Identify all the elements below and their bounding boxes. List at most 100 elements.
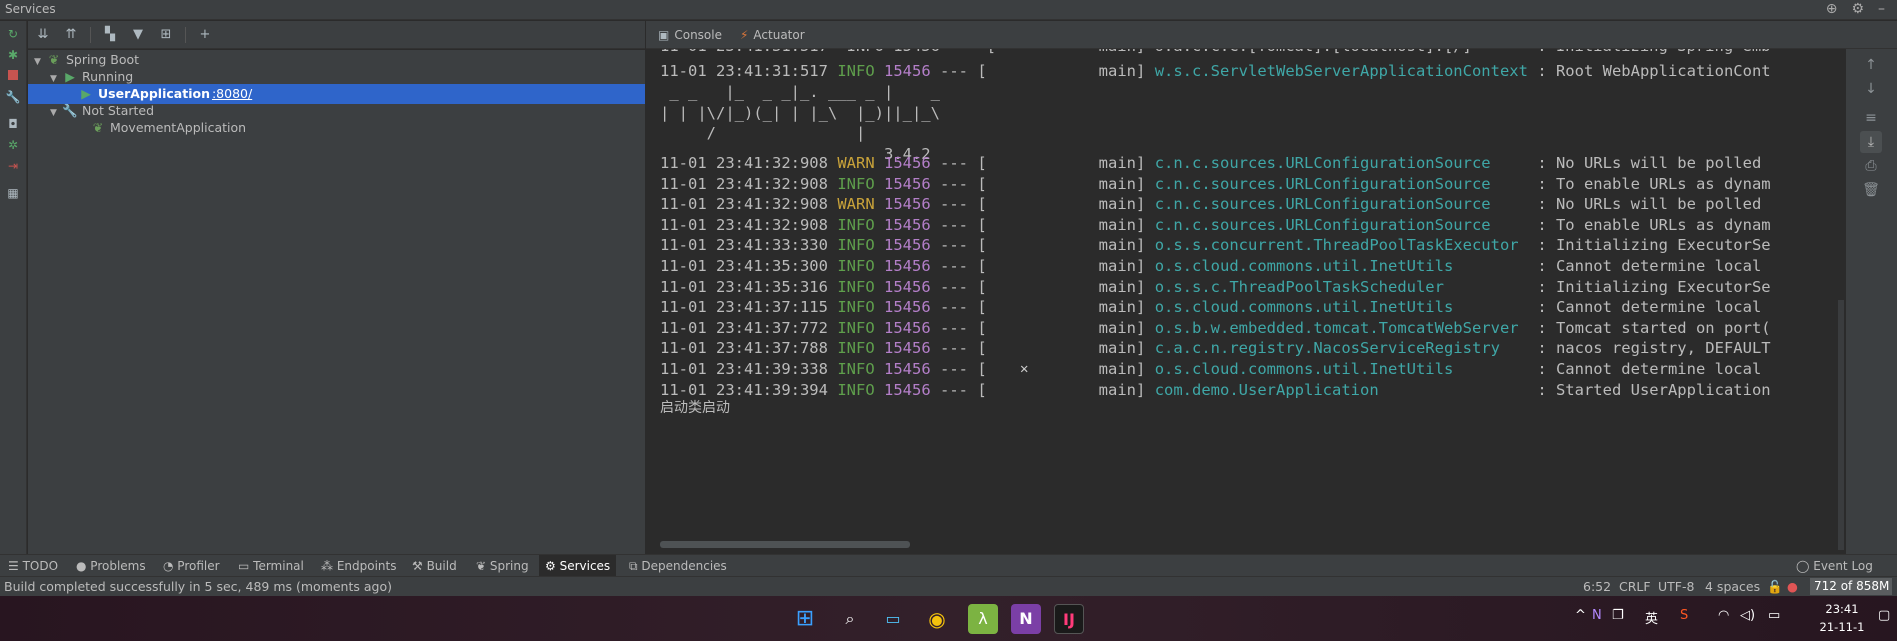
app-icon[interactable]: λ — [968, 604, 998, 634]
log-thread: main] — [996, 62, 1146, 80]
ime-indicator[interactable]: 英 — [1645, 608, 1658, 627]
minimize-icon[interactable]: – — [1878, 1, 1885, 17]
copy-icon[interactable]: ❐ — [1612, 608, 1624, 623]
tab-label: Actuator — [753, 27, 805, 42]
log-level: INFO — [837, 360, 875, 378]
log-pid: 15456 — [884, 380, 931, 399]
log-message: : To enable URLs as dynam — [1537, 215, 1771, 234]
console-output-text: 启动类启动 — [660, 400, 730, 416]
tree-node-movement-application[interactable]: ❦ MovementApplication — [28, 118, 645, 138]
log-logger: com.demo.UserApplication — [1154, 380, 1528, 399]
horizontal-scrollbar[interactable] — [660, 541, 910, 548]
caret-position[interactable]: 6:52 — [1583, 579, 1611, 594]
log-line: 11-01 23:41:35:300 INFO 15456 --- [ main… — [660, 256, 1761, 277]
trash-icon[interactable]: 🗑 — [1860, 179, 1882, 201]
log-timestamp: 11-01 23:41:32:908 — [660, 174, 828, 193]
tab-profiler[interactable]: ◔ Profiler — [163, 555, 220, 577]
gear-icon[interactable]: ⚙ — [1851, 1, 1864, 17]
actuator-icon: ⚡ — [739, 27, 749, 42]
os-taskbar: ⊞ ⌕ ▭ ◉ λ N IJ ^ N ❐ 英 S ◠ ◁) ▭ 23:41 21… — [0, 596, 1897, 641]
onenote-icon[interactable]: N — [1011, 604, 1041, 634]
log-message: : No URLs will be polled — [1537, 195, 1762, 214]
search-icon[interactable]: ⌕ — [835, 604, 865, 634]
log-separator: --- [ — [940, 257, 987, 275]
battery-icon[interactable]: ▭ — [1768, 608, 1780, 623]
print-icon[interactable]: ⎙ — [1860, 155, 1882, 177]
sogou-icon[interactable]: S — [1680, 608, 1688, 623]
rerun-icon[interactable]: ↻ — [5, 26, 21, 42]
stop-icon[interactable] — [5, 68, 21, 84]
tab-problems[interactable]: ● Problems — [76, 555, 146, 577]
status-message[interactable]: Build completed successfully in 5 sec, 4… — [4, 579, 392, 594]
log-separator: --- [ — [940, 339, 987, 358]
tab-console[interactable]: ▣ Console — [658, 28, 722, 42]
clock-date: 21-11-1 — [1819, 620, 1865, 634]
log-separator: --- [ — [940, 360, 987, 378]
log-line: 11-01 23:41:37:772 INFO 15456 --- [ main… — [660, 318, 1771, 339]
log-level: INFO — [837, 277, 875, 296]
log-thread: main] — [996, 360, 1146, 378]
log-logger: c.a.c.n.registry.NacosServiceRegistry — [1154, 339, 1528, 358]
debug-icon[interactable]: ✱ — [5, 47, 21, 63]
windows-start-icon[interactable]: ⊞ — [790, 604, 820, 634]
layout-icon[interactable]: ▦ — [5, 185, 21, 201]
log-line: 11-01 23:41:33:330 INFO 15456 --- [ main… — [660, 235, 1771, 256]
system-clock[interactable]: 23:41 21-11-1 — [1812, 600, 1872, 636]
volume-icon[interactable]: ◁) — [1740, 608, 1755, 623]
log-logger: c.n.c.sources.URLConfigurationSource — [1154, 215, 1528, 234]
error-icon[interactable]: ● — [1787, 579, 1798, 594]
log-level: INFO — [837, 318, 875, 337]
tab-spring[interactable]: ❦ Spring — [476, 555, 529, 577]
expand-all-icon[interactable]: ⇊ — [34, 26, 52, 44]
log-timestamp: 11-01 23:41:35:300 — [660, 257, 828, 275]
add-service-icon[interactable]: + — [196, 26, 214, 44]
tab-actuator[interactable]: ⚡ Actuator — [740, 28, 805, 42]
globe-icon[interactable]: ⊕ — [1826, 1, 1838, 17]
lock-icon[interactable]: 🔓 — [1767, 579, 1783, 595]
line-separator[interactable]: CRLF — [1619, 579, 1651, 594]
intellij-icon[interactable]: IJ — [1054, 604, 1084, 634]
group-by-icon[interactable]: ▚ — [101, 26, 119, 44]
desktop-icon[interactable]: ▭ — [878, 604, 908, 634]
camera-icon[interactable]: ◘ — [5, 116, 21, 132]
bug-icon[interactable]: ✲ — [5, 137, 21, 153]
tab-todo[interactable]: ☰ TODO — [8, 555, 58, 577]
scroll-to-end-icon[interactable]: ⤓ — [1860, 131, 1882, 153]
memory-indicator[interactable]: 712 of 858M — [1810, 578, 1892, 595]
event-log-button[interactable]: ◯ Event Log — [1796, 555, 1873, 577]
tab-label: Build — [426, 559, 457, 573]
log-separator: --- [ — [940, 318, 987, 337]
exit-icon[interactable]: ⇥ — [5, 158, 21, 174]
clock-time: 23:41 — [1825, 602, 1859, 616]
arrow-down-icon[interactable]: ↓ — [1860, 78, 1882, 100]
soft-wrap-icon[interactable]: ≡ — [1860, 107, 1882, 129]
arrow-up-icon[interactable]: ↑ — [1860, 54, 1882, 76]
log-pid: 15456 — [884, 154, 931, 172]
tab-endpoints[interactable]: ⁂ Endpoints — [321, 555, 397, 577]
log-level: INFO — [837, 257, 875, 275]
chrome-icon[interactable]: ◉ — [922, 604, 952, 634]
wifi-icon[interactable]: ◠ — [1718, 608, 1729, 623]
collapse-all-icon[interactable]: ⇈ — [62, 26, 80, 44]
log-logger: w.s.c.ServletWebServerApplicationContext — [1154, 62, 1528, 80]
tab-dependencies[interactable]: ⧉ Dependencies — [629, 555, 727, 577]
port-link[interactable]: :8080/ — [212, 86, 252, 101]
indent-setting[interactable]: 4 spaces — [1705, 579, 1760, 594]
console-output[interactable]: 11-01 23:41:31:517 INFO 15456 --- [ main… — [646, 49, 1846, 539]
log-thread: main] — [996, 195, 1146, 214]
chevron-up-icon[interactable]: ^ — [1575, 608, 1586, 623]
onenote-tray-icon[interactable]: N — [1592, 608, 1602, 623]
file-encoding[interactable]: UTF-8 — [1658, 579, 1694, 594]
filter-icon[interactable]: ▼ — [129, 26, 147, 44]
log-pid: 15456 — [884, 174, 931, 193]
wrench-icon[interactable]: 🔧 — [5, 89, 21, 105]
tab-build[interactable]: ⚒ Build — [412, 555, 457, 577]
log-logger: o.s.cloud.commons.util.InetUtils — [1154, 360, 1528, 378]
notification-icon[interactable]: ▢ — [1878, 608, 1890, 623]
tab-services[interactable]: ⚙ Services — [539, 555, 617, 577]
vertical-scrollbar[interactable] — [1838, 300, 1844, 550]
new-group-icon[interactable]: ⊞ — [157, 26, 175, 44]
log-separator: --- [ — [940, 174, 987, 193]
tab-terminal[interactable]: ▭ Terminal — [238, 555, 304, 577]
log-timestamp: 11-01 23:41:37:788 — [660, 339, 828, 358]
